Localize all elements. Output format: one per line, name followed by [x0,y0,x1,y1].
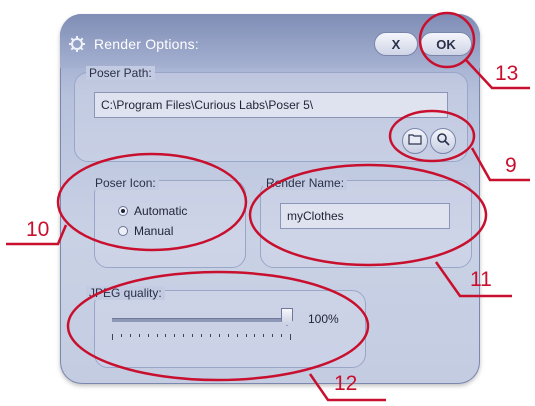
callout-ellipse-12 [66,270,370,382]
callout-ellipse-9 [388,109,476,163]
annotation-number-11: 11 [470,268,492,291]
annotation-layer [6,11,530,402]
callout-ellipse-10 [56,152,248,252]
annotation-number-12: 12 [334,372,358,395]
callout-ellipse-11 [248,163,488,267]
callout-ellipse-13 [418,11,476,69]
annotation-number-9: 9 [505,154,517,177]
annotation-number-13: 13 [495,62,519,85]
annotation-number-10: 10 [26,218,50,241]
leader-line-9 [470,147,530,182]
screenshot-stage: Render Options: X OK Poser Path: C:\Prog… [0,0,535,406]
